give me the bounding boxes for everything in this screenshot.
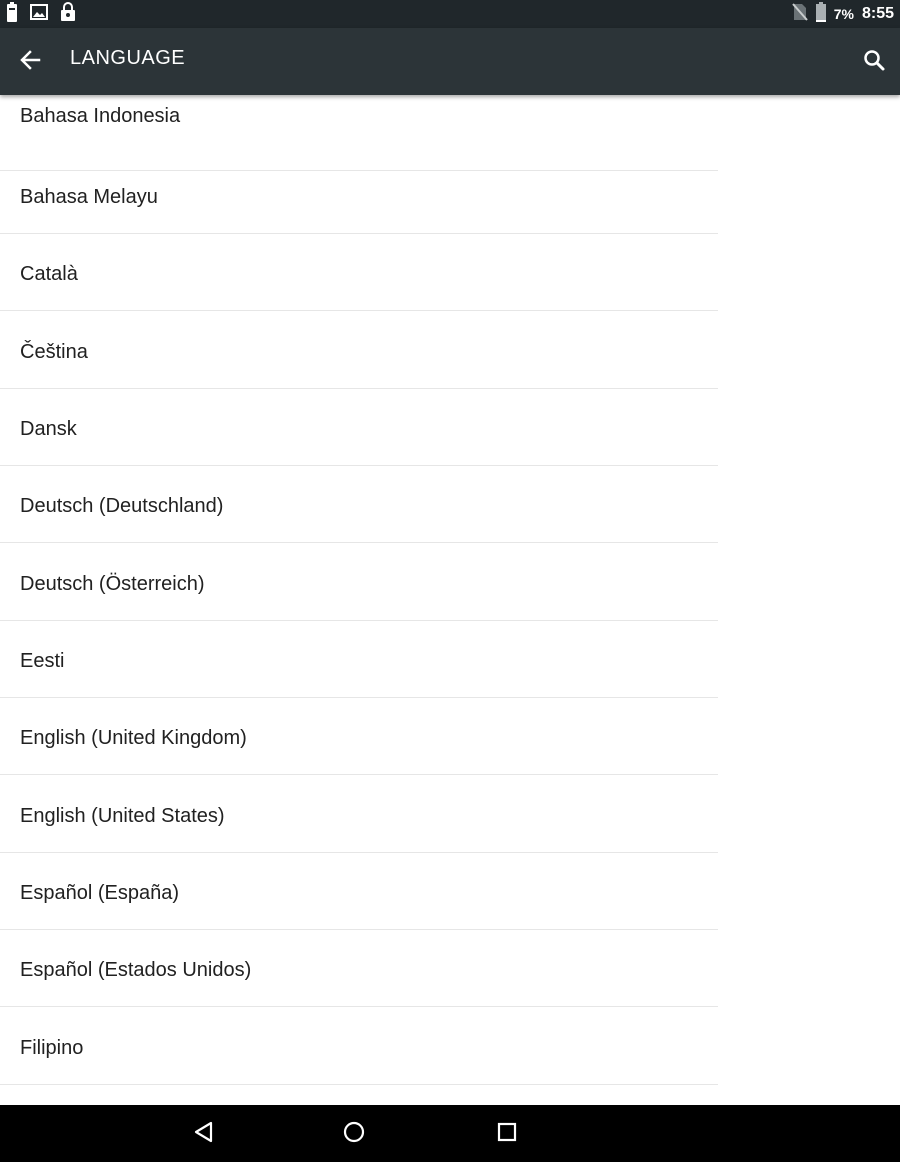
image-icon (30, 3, 48, 25)
battery-icon (815, 1, 826, 27)
nav-back-button[interactable] (187, 1118, 219, 1150)
language-item[interactable]: Español (España) (0, 853, 718, 930)
search-button[interactable] (856, 44, 892, 80)
language-label: Español (Estados Unidos) (20, 959, 252, 981)
language-item[interactable]: Dansk (0, 389, 718, 466)
language-item[interactable]: Čeština (0, 311, 718, 389)
language-label: Čeština (20, 341, 88, 363)
back-triangle-icon (192, 1120, 214, 1149)
language-item[interactable]: English (United States) (0, 775, 718, 853)
language-label: Dansk (20, 418, 77, 440)
lock-icon (60, 1, 76, 27)
system-nav-bar (0, 1105, 900, 1162)
battery-percent: 7% (833, 6, 854, 22)
language-item[interactable]: Filipino (0, 1007, 718, 1085)
language-item[interactable]: English (United Kingdom) (0, 698, 718, 775)
language-label: Deutsch (Deutschland) (20, 495, 224, 517)
battery-saver-icon (6, 1, 18, 27)
language-label: Eesti (20, 650, 65, 672)
status-bar: 7% 8:55 (0, 0, 900, 28)
language-list[interactable]: Bahasa Indonesia Bahasa Melayu Català Če… (0, 95, 718, 1105)
nav-recents-button[interactable] (491, 1118, 523, 1150)
language-item[interactable]: Català (0, 234, 718, 311)
status-left-icons (6, 1, 76, 27)
language-label: Català (20, 263, 78, 285)
language-label: English (United Kingdom) (20, 727, 247, 749)
home-circle-icon (342, 1120, 366, 1149)
language-item[interactable]: Español (Estados Unidos) (0, 930, 718, 1007)
language-label: Filipino (20, 1037, 84, 1059)
nav-home-button[interactable] (338, 1118, 370, 1150)
language-label: Bahasa Indonesia (20, 105, 181, 127)
app-bar: LANGUAGE (0, 28, 900, 95)
arrow-left-icon (19, 49, 41, 76)
status-right-icons: 7% 8:55 (791, 1, 894, 27)
language-item[interactable]: Deutsch (Deutschland) (0, 466, 718, 543)
language-item[interactable]: Eesti (0, 621, 718, 698)
search-icon (862, 48, 886, 77)
language-label: Español (España) (20, 882, 179, 904)
recents-square-icon (496, 1121, 518, 1148)
language-label: Bahasa Melayu (20, 186, 158, 208)
language-label: English (United States) (20, 805, 225, 827)
language-item[interactable]: Bahasa Melayu (0, 157, 718, 234)
page-title: LANGUAGE (70, 47, 186, 69)
language-item[interactable]: Deutsch (Österreich) (0, 543, 718, 621)
no-sim-icon (791, 2, 808, 26)
clock-time: 8:55 (861, 5, 894, 22)
language-label: Deutsch (Österreich) (20, 573, 205, 595)
back-button[interactable] (12, 44, 48, 80)
